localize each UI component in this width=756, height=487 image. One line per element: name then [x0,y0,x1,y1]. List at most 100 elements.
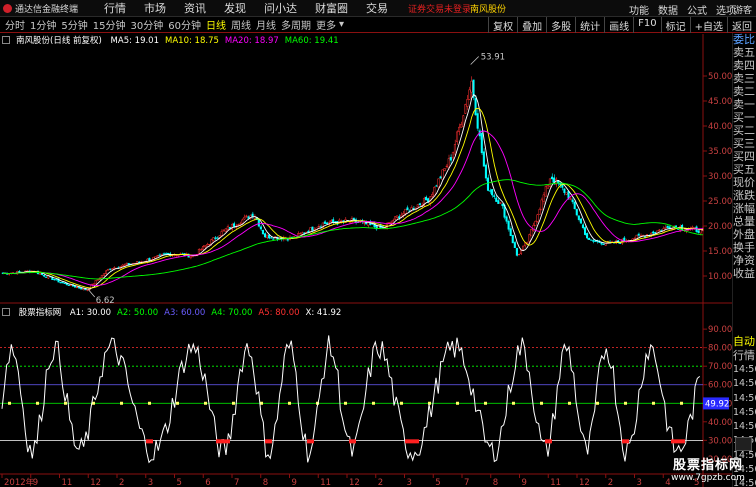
sidebar-tab-quote[interactable]: 行情 [733,347,755,363]
candle-body [325,222,328,225]
indicator-dot [232,401,235,405]
candle-body [462,115,465,127]
tool-button-8[interactable]: 返回 [727,17,756,33]
quote-field-15: 外盘 [733,228,755,241]
candle-body [398,216,401,219]
period-tab-9[interactable]: 多周期 [281,17,311,32]
candle-body [499,202,502,204]
sidebar-tab2-label: 行情 [733,349,755,362]
period-tab-4[interactable]: 30分钟 [130,17,163,32]
period-tab-6[interactable]: 日线 [206,17,226,32]
candle-body [272,238,275,240]
candle-body [330,220,333,223]
period-tab-1[interactable]: 1分钟 [30,17,56,32]
candle-body [575,209,578,216]
candle-body [45,276,48,278]
candle-body [581,224,584,229]
candle-body [674,225,677,228]
candle-body [63,282,66,284]
menu-item-3[interactable]: 发现 [224,0,246,16]
candle-body [107,268,110,271]
candle-body [212,237,215,241]
indicator-dot [512,401,515,405]
candle-body [495,197,498,202]
indicator-legend-item-1: A2: 50.00 [117,308,159,318]
menu-item-5[interactable]: 财富圈 [315,0,348,16]
menu-item-1[interactable]: 市场 [144,0,166,16]
legend-toggle-icon[interactable] [2,36,10,44]
candle-body [261,229,264,235]
candle-body [468,89,471,100]
chart-canvas[interactable]: 50.00 45.00 40.00 35.00 30.00 25.00 20.00 15.00… [0,0,756,487]
candle-body [160,254,163,256]
period-tab-2[interactable]: 5分钟 [61,17,87,32]
candle-body [513,242,516,248]
candle-body [623,237,626,242]
candle-body [121,264,124,267]
tool-button-7[interactable]: +自选 [689,17,727,33]
price-tick-label-3: 35.00 [708,147,732,157]
tool-button-0[interactable]: 复权 [488,17,517,33]
tool-button-5[interactable]: F10 [633,17,660,33]
period-tab-8[interactable]: 月线 [256,17,276,32]
indicator-dot [176,401,179,405]
period-tab-10[interactable]: 更多 [316,17,336,32]
candle-body [466,99,469,107]
candle-body [542,194,545,202]
candle-body [387,222,390,224]
date-tick-label-12: 12 [349,478,360,487]
period-menu-icon[interactable]: ▾ [339,19,344,30]
period-tab-5[interactable]: 60分钟 [168,17,201,32]
candle-body [414,207,417,209]
notice-stock[interactable]: 南风股份 [470,2,506,15]
tool-button-1[interactable]: 叠加 [517,17,546,33]
candle-body [210,239,213,245]
app-logo: 通达信金融终端 [0,0,88,17]
guest-label[interactable]: 游客 [734,3,752,16]
sell-signal-marker [223,439,230,444]
menu-item-6[interactable]: 交易 [366,0,388,16]
period-tab-0[interactable]: 分时 [5,17,25,32]
sell-signal-marker [216,439,223,444]
candle-body [125,263,128,265]
date-tick-label-7: 6 [205,478,210,487]
tool-button-2[interactable]: 多股 [546,17,575,33]
date-tick-label-2: 11 [62,478,73,487]
candle-body [216,237,219,239]
menu-item-0[interactable]: 行情 [104,0,126,16]
window-icon[interactable] [735,437,752,451]
indicator-dot [540,401,543,405]
ind-tick-label-2: 70.00 [708,362,732,372]
right-menu-item-0[interactable]: 功能 [629,2,649,17]
candle-body [491,189,494,196]
indicator-toggle-icon[interactable] [2,308,10,316]
candle-body [643,236,646,238]
right-menu-item-2[interactable]: 公式 [687,2,707,17]
quote-field-3: 卖三 [733,72,755,85]
indicator-dot [120,401,123,405]
candle-body [263,233,267,238]
indicator-dot [624,401,627,405]
candle-body [76,286,79,289]
date-tick-label-19: 11 [550,478,561,487]
tool-button-3[interactable]: 统计 [575,17,604,33]
ind-tick-label-0: 90.00 [708,325,732,335]
period-tab-7[interactable]: 周线 [231,17,251,32]
candle-body [658,229,661,232]
tool-button-6[interactable]: 标记 [660,17,690,33]
menu-item-4[interactable]: 问小达 [264,0,297,16]
trade-login-notice[interactable]: 证券交易未登录 [408,2,471,15]
candle-body [563,188,566,193]
candle-body [43,275,46,277]
tool-button-4[interactable]: 画线 [604,17,633,33]
candle-body [569,198,572,200]
candle-body [443,168,446,171]
candle-body [53,279,56,281]
candle-body [654,232,657,234]
candle-body [697,230,700,233]
menu-item-2[interactable]: 资讯 [184,0,206,16]
date-tick-label-11: 11 [320,478,331,487]
period-tab-3[interactable]: 15分钟 [93,17,126,32]
quote-field-9: 买四 [733,150,755,163]
right-menu-item-1[interactable]: 数据 [658,2,678,17]
